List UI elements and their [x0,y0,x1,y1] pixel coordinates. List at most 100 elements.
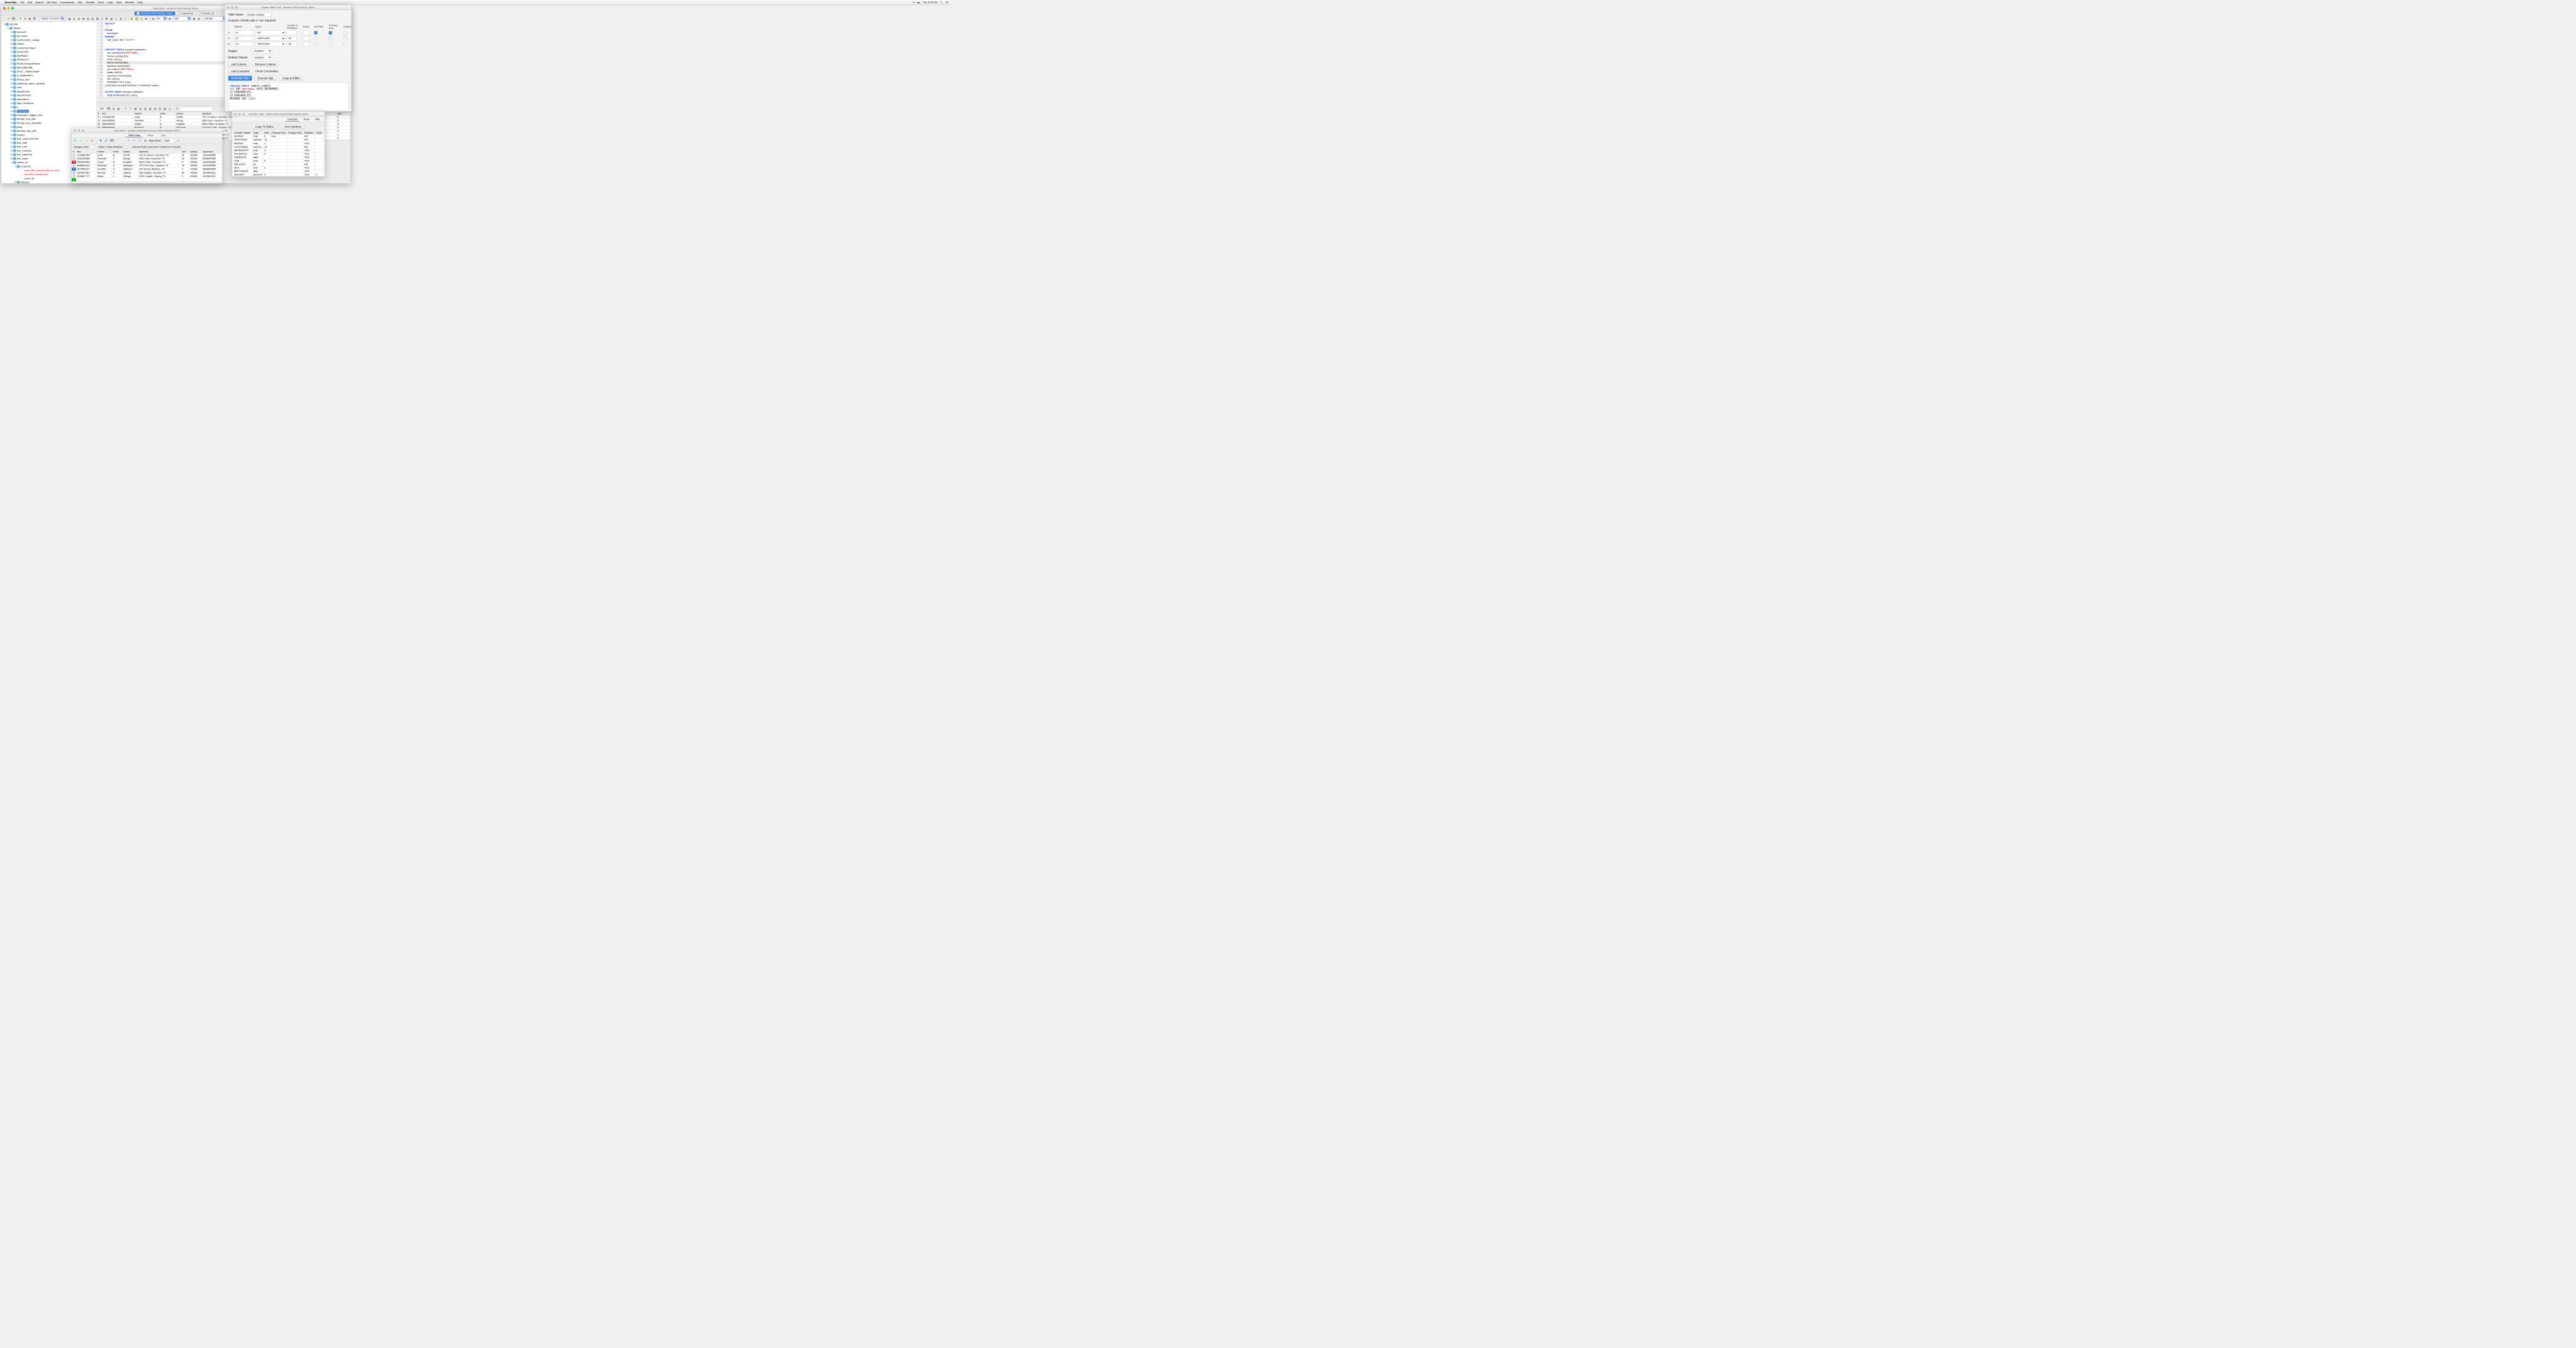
export-icon[interactable]: ▤ [112,107,115,111]
clock[interactable]: Tue 3:29 PM [923,1,937,4]
escape-input[interactable] [90,145,93,149]
cell[interactable] [202,178,222,181]
menu-connections[interactable]: Connections [60,1,74,4]
tab-sql[interactable]: SQL [158,134,168,137]
connect-icon[interactable]: ⬆ [19,17,23,21]
tool-icon[interactable]: ▩ [96,17,100,21]
stop-icon[interactable]: ■ [144,17,148,21]
tool-icon[interactable]: ▥ [144,107,147,111]
tool-icon[interactable]: ▨ [91,17,95,21]
traffic-lights[interactable] [74,129,84,132]
notifications-icon[interactable]: ☰ [946,1,948,4]
battery-icon[interactable]: ▬ [917,1,920,4]
col-scale-input[interactable] [303,36,310,40]
unique-checkbox[interactable] [343,31,347,34]
tool-icon[interactable]: ▦ [82,17,86,21]
filter-icon[interactable]: 🖊 [175,107,179,111]
wifi-icon[interactable]: ▾ [913,1,914,4]
cell[interactable]: 4 [336,136,350,140]
remove-column-button[interactable]: Remove Column [252,62,279,67]
charset-select[interactable]: <Default> [251,55,272,59]
close-icon[interactable]: × [178,12,181,14]
app-name[interactable]: RazorSQL [4,1,17,4]
remove-icon[interactable]: － [84,139,88,142]
save-icon[interactable]: 💾 [110,139,114,142]
menu-results[interactable]: Results [86,1,95,4]
close-icon[interactable]: × [199,12,202,14]
tab-keys[interactable]: Keys [146,134,156,137]
tab-table-data[interactable]: Table Data [125,134,142,137]
engine-select[interactable]: <Default> [251,49,272,53]
copy-to-editor-button[interactable]: Copy to Editor [279,76,303,81]
db-tab[interactable]: ×Oracle 12c [197,11,217,15]
not-null-checkbox[interactable] [314,37,318,40]
col-type-select[interactable]: VARCHAR [255,36,285,40]
menu-sql[interactable]: SQL [78,1,83,4]
menu-window[interactable]: Window [125,1,134,4]
fwd-icon[interactable]: ▶ [168,17,172,21]
tool-icon[interactable]: ▧ [153,107,157,111]
add-column-button[interactable]: Add Column [228,62,250,67]
menu-db tools[interactable]: DB Tools [47,1,57,4]
menu-edit[interactable]: Edit [28,1,32,4]
tool-icon[interactable]: ▣ [67,17,71,21]
redo-icon[interactable]: ↷ [129,107,132,111]
col-name-input[interactable] [234,42,253,46]
db-tab[interactable]: ×*Amazon RDS MySQL Micro [135,11,175,15]
col-length-input[interactable] [287,36,297,40]
edit-icon[interactable]: ✎ [138,139,142,142]
open-icon[interactable]: 📂 [7,17,11,21]
tool-icon[interactable]: ▣ [134,107,137,111]
tool-icon[interactable]: ▦ [148,107,152,111]
tool-icon[interactable]: ◫ [100,17,104,21]
tool-icon[interactable]: ◪ [110,17,113,21]
down-icon[interactable]: ⬇ [139,17,143,21]
tool-icon[interactable]: ▤ [72,17,76,21]
add-icon[interactable]: ＋ [79,139,83,142]
cell[interactable] [122,178,138,181]
refresh-icon[interactable]: ↻ [74,139,78,142]
search-icon[interactable]: 🔍 [940,1,943,4]
copy-icon[interactable]: ⧉ [99,139,103,142]
cell[interactable] [138,178,181,181]
filter-icon[interactable]: ▤ [144,139,147,142]
quick-connect-select[interactable]: <Quick Connect> [39,16,64,21]
menu-tools[interactable]: Tools [98,1,103,4]
col-name-input[interactable] [234,30,253,35]
save-icon[interactable]: 💾 [107,107,111,111]
tool-icon[interactable]: ▤ [139,107,142,111]
close-icon[interactable]: × [137,12,139,14]
col-type-select[interactable]: VARCHAR [255,42,285,46]
describe-grid[interactable]: Column NameTypeSizePrimary KeyForeign Ke… [232,131,325,176]
pk-checkbox[interactable] [329,37,332,40]
auto-increment-checkbox[interactable] [181,146,185,149]
menu-search[interactable]: Search [35,1,43,4]
add-constraint-button[interactable]: Add Constraint [228,69,253,74]
menu-file[interactable]: File [20,1,25,4]
undo-icon[interactable]: ↶ [124,107,128,111]
traffic-lights[interactable] [227,6,238,9]
tool-icon[interactable]: ▧ [86,17,90,21]
row-number[interactable]: 8 [72,178,76,181]
tool-icon[interactable]: ▤ [197,17,201,21]
max-rows-input[interactable] [163,139,174,143]
trash-icon[interactable]: 🗑 [33,17,37,21]
edits-new-window-checkbox[interactable] [124,146,127,149]
tab-keys[interactable]: Keys [302,117,311,122]
not-null-checkbox[interactable] [314,42,318,45]
unique-checkbox[interactable] [343,37,347,40]
tool-icon[interactable]: ▨ [158,107,162,111]
sql-preview[interactable]: CREATE TABLE sample.sample (c1 INT NOT N… [228,83,348,110]
new-icon[interactable]: ▫ [3,17,6,21]
tool-icon[interactable]: ▥ [77,17,81,21]
undo-icon[interactable]: ↶ [127,139,130,142]
go-icon[interactable]: ➪ [176,139,180,142]
menu-code[interactable]: Code [107,1,113,4]
db-tab[interactable]: ×Salesforce [176,11,195,15]
table-name-input[interactable] [246,13,272,17]
generate-sql-button[interactable]: Generate SQL [228,76,252,81]
traffic-lights[interactable] [234,113,244,115]
filter-input[interactable] [180,107,213,111]
col-scale-input[interactable] [303,42,310,46]
link-icon[interactable]: 🔗 [105,139,108,142]
